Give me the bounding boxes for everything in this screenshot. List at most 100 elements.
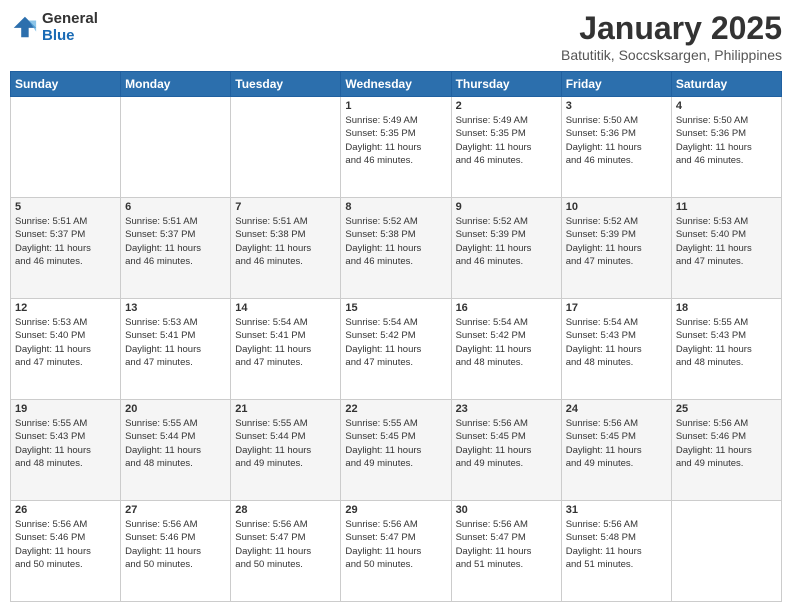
sunrise-info: Sunrise: 5:56 AM — [676, 417, 777, 430]
daylight-info: and 47 minutes. — [235, 356, 336, 369]
calendar-cell: 14Sunrise: 5:54 AMSunset: 5:41 PMDayligh… — [231, 299, 341, 400]
sunrise-info: Sunrise: 5:56 AM — [345, 518, 446, 531]
sunrise-info: Sunrise: 5:53 AM — [676, 215, 777, 228]
day-number: 31 — [566, 504, 667, 516]
sunrise-info: Sunrise: 5:53 AM — [125, 316, 226, 329]
calendar-cell: 29Sunrise: 5:56 AMSunset: 5:47 PMDayligh… — [341, 501, 451, 602]
daylight-info: Daylight: 11 hours — [566, 242, 667, 255]
daylight-info: and 47 minutes. — [125, 356, 226, 369]
title-block: January 2025 Batutitik, Soccsksargen, Ph… — [561, 10, 782, 63]
day-info: Sunrise: 5:51 AMSunset: 5:37 PMDaylight:… — [15, 215, 116, 268]
calendar-cell: 26Sunrise: 5:56 AMSunset: 5:46 PMDayligh… — [11, 501, 121, 602]
daylight-info: Daylight: 11 hours — [15, 444, 116, 457]
calendar-week-1: 1 Sunrise: 5:49 AMSunset: 5:35 PMDaylight… — [11, 97, 782, 198]
daylight-info: Daylight: 11 hours — [676, 141, 777, 154]
sunset-info: Sunset: 5:45 PM — [456, 430, 557, 443]
daylight-info: and 50 minutes. — [235, 558, 336, 571]
daylight-info: Daylight: 11 hours — [456, 141, 557, 154]
sunrise-info: Sunrise: 5:55 AM — [345, 417, 446, 430]
calendar-cell: 7Sunrise: 5:51 AMSunset: 5:38 PMDaylight… — [231, 198, 341, 299]
day-info: Sunrise: 5:51 AMSunset: 5:37 PMDaylight:… — [125, 215, 226, 268]
sunrise-info: Sunrise: 5:51 AM — [235, 215, 336, 228]
sunrise-info: Sunrise: 5:55 AM — [676, 316, 777, 329]
calendar-title: January 2025 — [561, 10, 782, 47]
daylight-info: and 47 minutes. — [15, 356, 116, 369]
daylight-info: Daylight: 11 hours — [676, 444, 777, 457]
logo-icon — [10, 13, 38, 41]
day-number: 4 — [676, 100, 777, 112]
day-info: Sunrise: 5:55 AMSunset: 5:44 PMDaylight:… — [235, 417, 336, 470]
calendar-cell: 10Sunrise: 5:52 AMSunset: 5:39 PMDayligh… — [561, 198, 671, 299]
daylight-info: and 48 minutes. — [566, 356, 667, 369]
calendar-cell: 21Sunrise: 5:55 AMSunset: 5:44 PMDayligh… — [231, 400, 341, 501]
day-info: Sunrise: 5:55 AMSunset: 5:45 PMDaylight:… — [345, 417, 446, 470]
day-info: Sunrise: 5:50 AMSunset: 5:36 PMDaylight:… — [676, 114, 777, 167]
day-info: Sunrise: 5:49 AMSunset: 5:35 PMDaylight:… — [345, 114, 446, 167]
calendar-cell: 23Sunrise: 5:56 AMSunset: 5:45 PMDayligh… — [451, 400, 561, 501]
sunset-info: Sunset: 5:36 PM — [566, 127, 667, 140]
daylight-info: and 48 minutes. — [676, 356, 777, 369]
daylight-info: Daylight: 11 hours — [125, 242, 226, 255]
sunrise-info: Sunrise: 5:51 AM — [15, 215, 116, 228]
daylight-info: and 48 minutes. — [456, 356, 557, 369]
sunset-info: Sunset: 5:43 PM — [566, 329, 667, 342]
weekday-header-thursday: Thursday — [451, 72, 561, 97]
daylight-info: and 50 minutes. — [125, 558, 226, 571]
daylight-info: Daylight: 11 hours — [15, 343, 116, 356]
weekday-header-sunday: Sunday — [11, 72, 121, 97]
sunset-info: Sunset: 5:42 PM — [456, 329, 557, 342]
daylight-info: and 46 minutes. — [456, 255, 557, 268]
sunset-info: Sunset: 5:40 PM — [15, 329, 116, 342]
daylight-info: Daylight: 11 hours — [235, 444, 336, 457]
calendar-cell: 8Sunrise: 5:52 AMSunset: 5:38 PMDaylight… — [341, 198, 451, 299]
daylight-info: and 46 minutes. — [345, 154, 446, 167]
day-number: 20 — [125, 403, 226, 415]
daylight-info: Daylight: 11 hours — [456, 343, 557, 356]
daylight-info: Daylight: 11 hours — [235, 242, 336, 255]
calendar-cell: 18Sunrise: 5:55 AMSunset: 5:43 PMDayligh… — [671, 299, 781, 400]
calendar-cell: 6Sunrise: 5:51 AMSunset: 5:37 PMDaylight… — [121, 198, 231, 299]
calendar-cell: 22Sunrise: 5:55 AMSunset: 5:45 PMDayligh… — [341, 400, 451, 501]
daylight-info: Daylight: 11 hours — [125, 444, 226, 457]
calendar-cell: 31Sunrise: 5:56 AMSunset: 5:48 PMDayligh… — [561, 501, 671, 602]
day-number: 5 — [15, 201, 116, 213]
calendar-cell: 25Sunrise: 5:56 AMSunset: 5:46 PMDayligh… — [671, 400, 781, 501]
daylight-info: and 46 minutes. — [676, 154, 777, 167]
day-number: 16 — [456, 302, 557, 314]
logo: General Blue — [10, 10, 98, 44]
daylight-info: Daylight: 11 hours — [456, 444, 557, 457]
calendar-cell: 28Sunrise: 5:56 AMSunset: 5:47 PMDayligh… — [231, 501, 341, 602]
day-number: 15 — [345, 302, 446, 314]
weekday-header-friday: Friday — [561, 72, 671, 97]
sunrise-info: Sunrise: 5:51 AM — [125, 215, 226, 228]
day-info: Sunrise: 5:53 AMSunset: 5:40 PMDaylight:… — [15, 316, 116, 369]
day-info: Sunrise: 5:49 AMSunset: 5:35 PMDaylight:… — [456, 114, 557, 167]
day-number: 10 — [566, 201, 667, 213]
sunrise-info: Sunrise: 5:49 AM — [456, 114, 557, 127]
sunrise-info: Sunrise: 5:55 AM — [125, 417, 226, 430]
day-number: 17 — [566, 302, 667, 314]
daylight-info: Daylight: 11 hours — [456, 242, 557, 255]
weekday-header-monday: Monday — [121, 72, 231, 97]
day-info: Sunrise: 5:54 AMSunset: 5:41 PMDaylight:… — [235, 316, 336, 369]
calendar-cell: 5 Sunrise: 5:51 AMSunset: 5:37 PMDaylight… — [11, 198, 121, 299]
sunset-info: Sunset: 5:38 PM — [235, 228, 336, 241]
calendar-cell: 9Sunrise: 5:52 AMSunset: 5:39 PMDaylight… — [451, 198, 561, 299]
daylight-info: and 49 minutes. — [235, 457, 336, 470]
sunrise-info: Sunrise: 5:52 AM — [566, 215, 667, 228]
calendar-week-2: 5 Sunrise: 5:51 AMSunset: 5:37 PMDaylight… — [11, 198, 782, 299]
sunset-info: Sunset: 5:44 PM — [125, 430, 226, 443]
daylight-info: and 48 minutes. — [125, 457, 226, 470]
day-number: 1 — [345, 100, 446, 112]
sunrise-info: Sunrise: 5:56 AM — [15, 518, 116, 531]
calendar-cell: 16Sunrise: 5:54 AMSunset: 5:42 PMDayligh… — [451, 299, 561, 400]
daylight-info: Daylight: 11 hours — [566, 343, 667, 356]
sunrise-info: Sunrise: 5:54 AM — [235, 316, 336, 329]
calendar-body: 1 Sunrise: 5:49 AMSunset: 5:35 PMDaylight… — [11, 97, 782, 602]
day-info: Sunrise: 5:51 AMSunset: 5:38 PMDaylight:… — [235, 215, 336, 268]
sunrise-info: Sunrise: 5:56 AM — [456, 417, 557, 430]
calendar-cell: 2Sunrise: 5:49 AMSunset: 5:35 PMDaylight… — [451, 97, 561, 198]
sunset-info: Sunset: 5:47 PM — [456, 531, 557, 544]
day-number: 11 — [676, 201, 777, 213]
day-info: Sunrise: 5:56 AMSunset: 5:47 PMDaylight:… — [235, 518, 336, 571]
